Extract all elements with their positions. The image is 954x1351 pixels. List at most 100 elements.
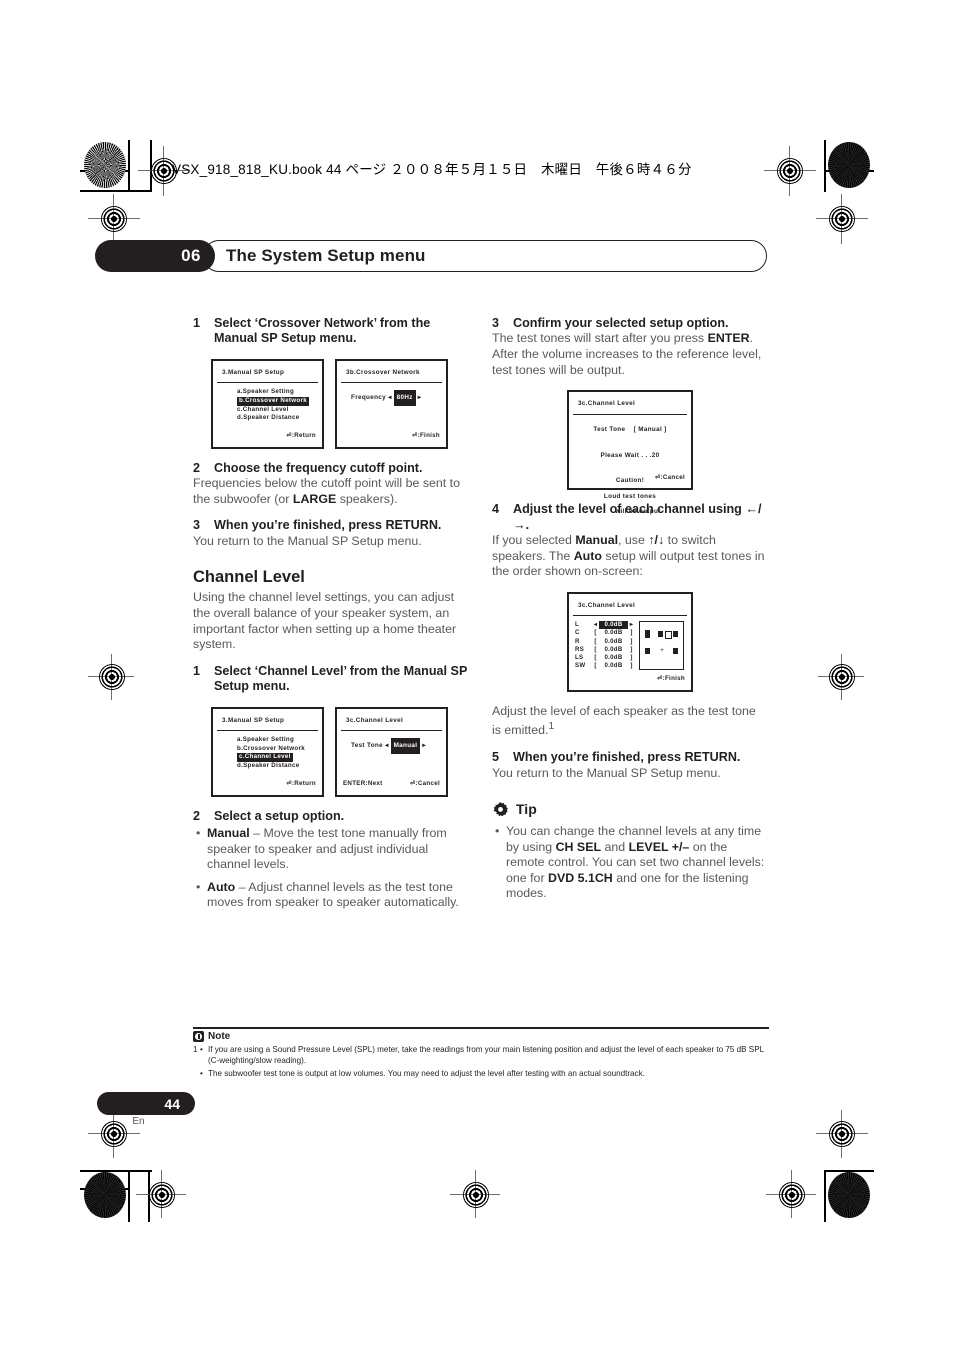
step-title: Confirm your selected setup option.	[513, 316, 729, 330]
step-text: Select ‘Crossover Network’ from the Manu…	[214, 316, 431, 346]
crop-line-top-left-h2	[80, 190, 152, 192]
bracket-open: [	[594, 629, 597, 637]
osd-menu-item[interactable]: c.Channel Level	[237, 406, 317, 415]
tip-list: You can change the channel levels at any…	[492, 824, 768, 902]
registration-target-bottom-right	[779, 1182, 805, 1208]
table-row[interactable]: R [ 0.0dB ]	[575, 638, 635, 646]
bracket-close: ]	[630, 629, 633, 637]
right-arrow-icon[interactable]: ▸	[418, 394, 422, 401]
channel-label: R	[575, 637, 580, 645]
left-arrow-icon[interactable]: ◂	[592, 621, 599, 629]
channel-value: 0.0dB	[604, 653, 623, 661]
right-arrow-icon[interactable]: ▸	[422, 742, 426, 749]
osd-header: 3c.Channel Level	[573, 594, 687, 617]
bracket-open: [	[594, 637, 597, 645]
osd-test-tone-field[interactable]: Test Tone ◂ Manual ▸	[351, 738, 446, 754]
speaker-front-left-icon	[645, 630, 650, 639]
step-number: 3	[193, 518, 201, 533]
osd-menu-item[interactable]: d.Speaker Distance	[237, 414, 317, 423]
section-heading-channel-level: Channel Level	[193, 568, 305, 587]
note-icon	[193, 1031, 204, 1042]
note-list: If you are using a Sound Pressure Level …	[193, 1044, 769, 1080]
step-text: Select ‘Channel Level’ from the Manual S…	[214, 663, 468, 694]
osd-field-value: 80Hz	[393, 390, 416, 406]
list-item: Auto – Adjust channel levels as the test…	[196, 880, 469, 911]
table-row[interactable]: L ◂ 0.0dB ▸	[575, 621, 635, 630]
osd-row-1: 3.Manual SP Setup a.Speaker Setting b.Cr…	[211, 358, 469, 449]
osd-row-4: 3c.Channel Level L ◂ 0.0dB ▸ C [ 0.0dB ]	[492, 591, 768, 692]
setup-option-list: Manual – Move the test tone manually fro…	[193, 826, 469, 911]
channel-list: L ◂ 0.0dB ▸ C [ 0.0dB ] R [ 0.0dB] RS […	[575, 621, 635, 670]
osd-menu-item[interactable]: a.Speaker Setting	[237, 388, 317, 397]
step-number: 1	[193, 663, 201, 678]
tip-header: Tip	[492, 801, 768, 818]
registration-target-upper-left	[101, 206, 127, 232]
step-3-body: You return to the Manual SP Setup menu.	[193, 533, 422, 548]
section-body: Using the channel level settings, you ca…	[193, 590, 457, 652]
step-2-cutoff: 2 Choose the frequency cutoff point.	[193, 461, 469, 476]
speaker-surround-right-icon	[673, 648, 678, 655]
speaker-layout-diagram: +	[639, 621, 684, 671]
osd-menu-item[interactable]: c.Channel Level	[237, 753, 317, 762]
osd-channel-table: L ◂ 0.0dB ▸ C [ 0.0dB ] R [ 0.0dB] RS […	[569, 616, 691, 671]
channel-value: 0.0dB	[599, 621, 628, 630]
osd-body: a.Speaker Setting b.Crossover Network c.…	[213, 731, 322, 770]
osd-menu-item[interactable]: b.Crossover Network	[237, 397, 317, 406]
osd-menu-item[interactable]: b.Crossover Network	[237, 745, 317, 754]
osd-channel-level-adjust: 3c.Channel Level L ◂ 0.0dB ▸ C [ 0.0dB ]	[567, 591, 693, 692]
step-4-body: If you selected Manual, use ↑/↓ to switc…	[492, 533, 765, 579]
osd-footer-cancel: ⏎:Cancel	[655, 473, 685, 481]
osd-footer-return: ⏎:Return	[286, 432, 316, 440]
table-row[interactable]: LS [ 0.0dB ]	[575, 654, 635, 662]
up-down-arrow-icon: ↑/↓	[648, 533, 665, 547]
registration-target-top-right	[777, 158, 803, 184]
osd-footer-return: ⏎:Return	[286, 780, 316, 787]
crop-line-top-right-v	[824, 140, 826, 192]
channel-label: C	[575, 629, 580, 637]
osd-wait-text: Please Wait . . .20	[600, 452, 660, 460]
speaker-center-left-icon	[658, 631, 663, 638]
osd-caution-line-2: Loud test tones	[603, 492, 657, 500]
osd-menu: a.Speaker Setting b.Crossover Network c.…	[237, 388, 317, 422]
osd-field-label: Test Tone	[593, 425, 626, 433]
print-color-patch-top-left	[84, 142, 126, 188]
footnote-number: 1	[193, 1045, 198, 1054]
table-row[interactable]: RS [ 0.0dB ]	[575, 646, 635, 654]
page-language: En	[132, 1116, 145, 1127]
left-arrow-icon[interactable]: ◂	[388, 394, 392, 401]
footnote-marker: 1	[548, 721, 555, 733]
osd-footer-finish: ⏎:Finish	[657, 675, 685, 683]
osd-menu-item[interactable]: d.Speaker Distance	[237, 762, 317, 771]
step-3-body: The test tones will start after you pres…	[492, 331, 762, 377]
step-number: 2	[193, 460, 201, 475]
step-number: 4	[492, 502, 500, 517]
step-number: 2	[193, 808, 201, 823]
step-number: 5	[492, 750, 500, 765]
channel-label: LS	[575, 653, 584, 661]
table-row[interactable]: SW [ 0.0dB ]	[575, 662, 635, 670]
registration-target-bottom-left	[149, 1182, 175, 1208]
table-row[interactable]: C [ 0.0dB ]	[575, 629, 635, 637]
osd-row-3: 3c.Channel Level Test Tone [ Manual ] Pl…	[492, 390, 768, 515]
step-number: 1	[193, 316, 201, 330]
osd-footer-cancel: ⏎:Cancel	[410, 780, 440, 787]
osd-footer-finish: ⏎:Finish	[412, 432, 440, 440]
osd-field-label: Frequency	[351, 394, 386, 402]
step-title: When you’re finished, press RETURN.	[214, 518, 442, 533]
running-head: VSX_918_818_KU.book 44 ページ ２００８年５月１５日 木曜…	[172, 162, 692, 177]
print-color-patch-bottom-right	[828, 1172, 870, 1218]
osd-menu-item[interactable]: a.Speaker Setting	[237, 736, 317, 745]
left-arrow-icon[interactable]: ◂	[385, 742, 389, 749]
note-header: Note	[193, 1031, 230, 1042]
osd-manual-sp-setup: 3.Manual SP Setup a.Speaker Setting b.Cr…	[211, 358, 324, 449]
right-arrow-icon[interactable]: ▸	[628, 621, 635, 629]
osd-body: a.Speaker Setting b.Crossover Network c.…	[213, 383, 322, 422]
adjust-body: Adjust the level of each speaker as the …	[492, 703, 756, 738]
step-title: Select a setup option.	[214, 808, 345, 823]
note-divider	[193, 1027, 769, 1029]
bracket-close: ]	[630, 653, 633, 661]
osd-header: 3.Manual SP Setup	[217, 361, 318, 384]
osd-frequency-field[interactable]: Frequency ◂ 80Hz ▸	[351, 390, 446, 406]
osd-channel-level-select: 3c.Channel Level Test Tone ◂ Manual ▸ ENTE…	[335, 706, 448, 797]
osd-header: 3c.Channel Level	[573, 392, 687, 415]
